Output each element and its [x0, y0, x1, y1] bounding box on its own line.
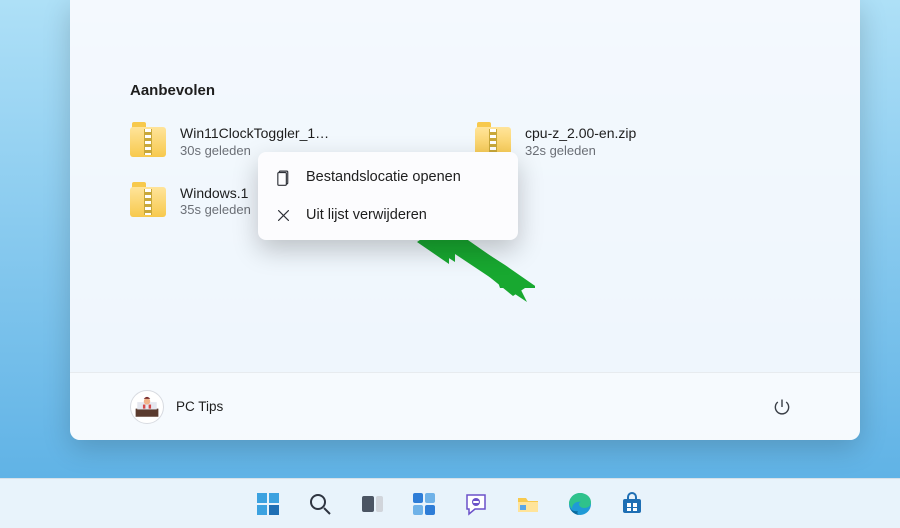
- start-menu-footer: PC Tips: [70, 372, 860, 440]
- zip-folder-icon: [130, 187, 166, 217]
- file-explorer-icon[interactable]: [507, 483, 549, 525]
- chat-icon[interactable]: [455, 483, 497, 525]
- recommended-heading: Aanbevolen: [70, 0, 860, 99]
- search-icon[interactable]: [299, 483, 341, 525]
- store-icon[interactable]: [611, 483, 653, 525]
- user-name: PC Tips: [176, 399, 223, 414]
- recommended-item[interactable]: cpu-z_2.00-en.zip 32s geleden: [475, 125, 800, 159]
- file-location-icon: [274, 168, 292, 186]
- user-account-button[interactable]: PC Tips: [130, 390, 223, 424]
- taskbar: [0, 478, 900, 528]
- item-title: Win11ClockToggler_1.3.1.zip: [180, 125, 330, 143]
- widgets-icon[interactable]: [403, 483, 445, 525]
- start-icon[interactable]: [247, 483, 289, 525]
- menu-remove-from-list[interactable]: Uit lijst verwijderen: [258, 196, 518, 234]
- menu-item-label: Uit lijst verwijderen: [306, 207, 427, 223]
- item-subtitle: 32s geleden: [525, 143, 636, 159]
- item-title: Windows.1: [180, 185, 251, 203]
- task-view-icon[interactable]: [351, 483, 393, 525]
- menu-open-file-location[interactable]: Bestandslocatie openen: [258, 158, 518, 196]
- context-menu: Bestandslocatie openen Uit lijst verwijd…: [258, 152, 518, 240]
- remove-icon: [274, 206, 292, 224]
- zip-folder-icon: [130, 127, 166, 157]
- item-subtitle: 35s geleden: [180, 202, 251, 218]
- power-button[interactable]: [764, 389, 800, 425]
- menu-item-label: Bestandslocatie openen: [306, 169, 461, 185]
- avatar: [130, 390, 164, 424]
- item-title: cpu-z_2.00-en.zip: [525, 125, 636, 143]
- edge-icon[interactable]: [559, 483, 601, 525]
